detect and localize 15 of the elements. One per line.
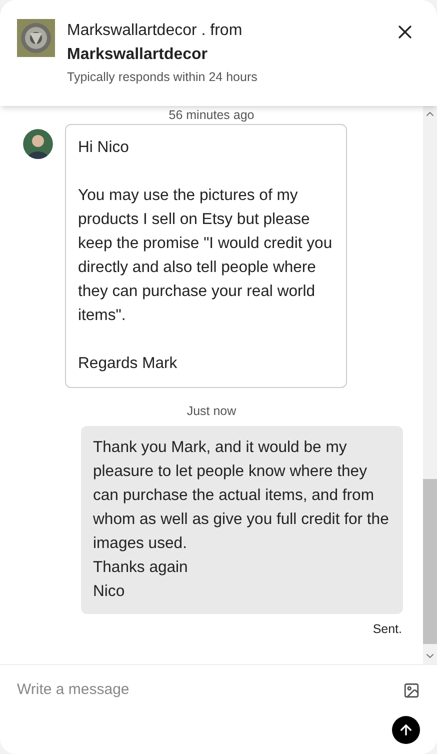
received-message: Hi Nico You may use the pictures of my products I sell on Etsy but please keep the promise "I would credit you directly and also tell people where they can purchase your real world items". Regards Mark: [65, 124, 347, 388]
image-button[interactable]: [403, 682, 420, 699]
sent-message: Thank you Mark, and it would be my pleasure to let people know where they can purchase the actual items, and from whom as well as give you full credit for the images used. Thanks again Nico: [81, 426, 403, 614]
shop-title: Markswallartdecor . from: [67, 21, 244, 41]
response-time: Typically responds within 24 hours: [67, 69, 258, 86]
timestamp: Just now: [186, 403, 236, 420]
message-status: Sent.: [372, 621, 402, 638]
timestamp: 56 minutes ago: [168, 107, 254, 124]
shop-name: Markswallartdecor: [67, 45, 209, 65]
message-input[interactable]: Write a message: [17, 679, 403, 702]
scroll-thumb[interactable]: [423, 479, 437, 644]
avatar: [23, 129, 53, 159]
image-icon: [403, 682, 420, 699]
scrollbar[interactable]: [423, 106, 437, 664]
send-button[interactable]: [392, 716, 420, 744]
